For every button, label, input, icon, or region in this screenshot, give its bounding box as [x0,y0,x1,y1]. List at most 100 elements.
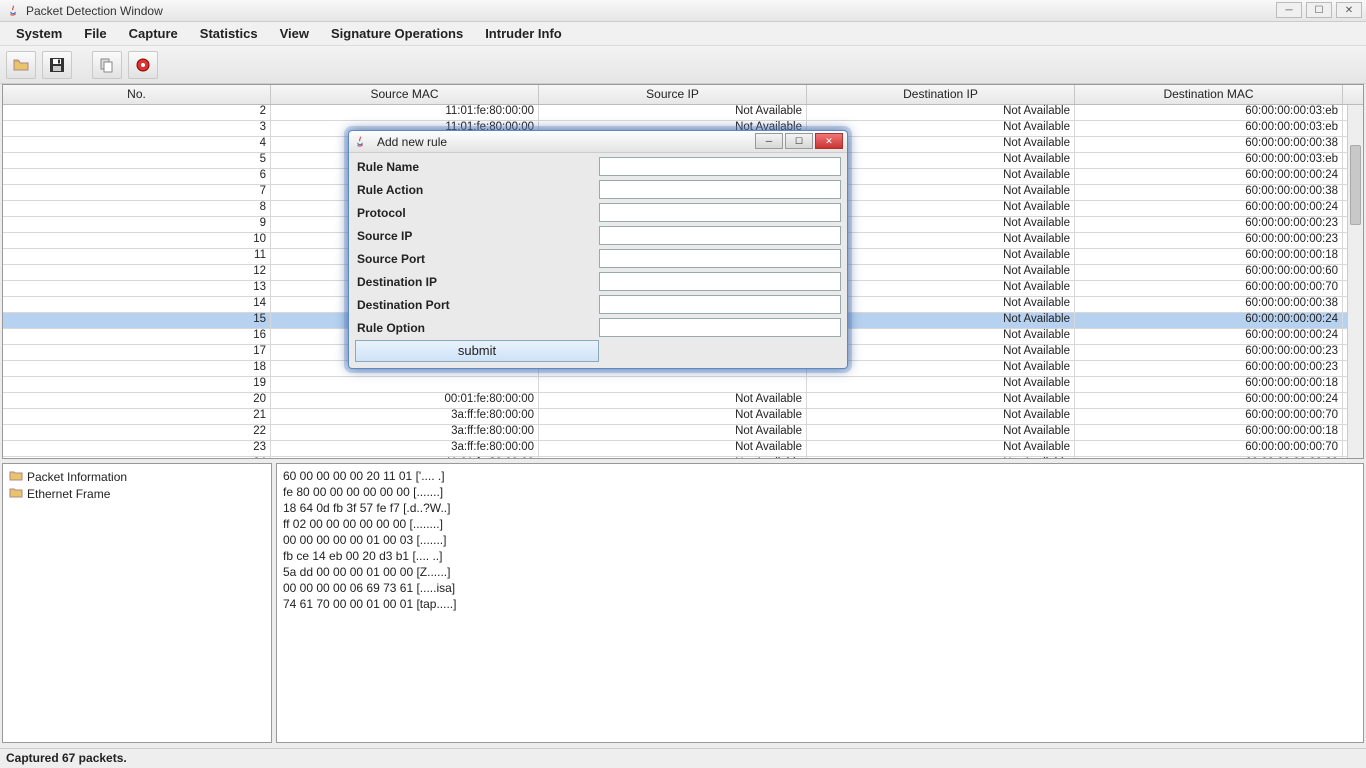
cell: 60:00:00:00:00:38 [1075,185,1343,200]
save-button[interactable] [42,51,72,79]
cell: 60:00:00:00:00:24 [1075,393,1343,408]
dialog-title-bar[interactable]: Add new rule ─ ☐ ✕ [349,131,847,153]
record-button[interactable] [128,51,158,79]
form-label-rule-action: Rule Action [355,183,599,197]
input-rule-option[interactable] [599,318,841,337]
cell: 60:00:00:00:00:18 [1075,425,1343,440]
cell: 19 [3,377,271,392]
cell: 8 [3,201,271,216]
cell: 60:00:00:00:00:23 [1075,361,1343,376]
cell: 22 [3,425,271,440]
cell: 60:00:00:00:00:23 [1075,233,1343,248]
window-title-bar: Packet Detection Window ─ ☐ ✕ [0,0,1366,22]
hex-pane[interactable]: 60 00 00 00 00 20 11 01 ['.... .] fe 80 … [276,463,1364,743]
menu-system[interactable]: System [6,23,72,44]
menu-capture[interactable]: Capture [119,23,188,44]
maximize-button[interactable]: ☐ [1306,2,1332,18]
table-row[interactable]: 223a:ff:fe:80:00:00Not AvailableNot Avai… [3,425,1363,441]
dialog-minimize-button[interactable]: ─ [755,133,783,149]
form-label-rule-name: Rule Name [355,160,599,174]
copy-button[interactable] [92,51,122,79]
dialog-maximize-button[interactable]: ☐ [785,133,813,149]
menu-signature-operations[interactable]: Signature Operations [321,23,473,44]
open-button[interactable] [6,51,36,79]
java-icon [353,135,367,149]
cell: 9 [3,217,271,232]
cell: Not Available [539,441,807,456]
cell: Not Available [539,409,807,424]
cell: 23 [3,441,271,456]
cell: 11:01:fe:80:00:00 [271,105,539,120]
form-label-destination-ip: Destination IP [355,275,599,289]
input-source-port[interactable] [599,249,841,268]
tree-label: Packet Information [27,470,127,484]
folder-open-icon [12,56,30,74]
table-row[interactable]: 19Not Available60:00:00:00:00:18 [3,377,1363,393]
col-source-mac[interactable]: Source MAC [271,85,539,104]
cell: 3a:ff:fe:80:00:00 [271,409,539,424]
cell: 60:00:00:00:00:20 [1075,457,1343,458]
cell: 60:00:00:00:00:70 [1075,441,1343,456]
cell: 15 [3,313,271,328]
table-row[interactable]: 2000:01:fe:80:00:00Not AvailableNot Avai… [3,393,1363,409]
input-destination-ip[interactable] [599,272,841,291]
input-source-ip[interactable] [599,226,841,245]
cell: 13 [3,281,271,296]
cell: 60:00:00:00:00:24 [1075,313,1343,328]
cell: Not Available [539,105,807,120]
cell: 5 [3,153,271,168]
cell: Not Available [807,457,1075,458]
cell: Not Available [807,425,1075,440]
cell: 12 [3,265,271,280]
cell: 3 [3,121,271,136]
cell: 60:00:00:00:00:24 [1075,201,1343,216]
java-icon [6,4,20,18]
cell [271,377,539,392]
table-row[interactable]: 213a:ff:fe:80:00:00Not AvailableNot Avai… [3,409,1363,425]
cell: 60:00:00:00:03:eb [1075,153,1343,168]
input-rule-name[interactable] [599,157,841,176]
tree-item[interactable]: Ethernet Frame [7,485,267,502]
table-scrollbar[interactable] [1347,105,1363,458]
cell: 11:01:fe:80:00:00 [271,457,539,458]
table-row[interactable]: 2411:01:fe:80:00:00Not AvailableNot Avai… [3,457,1363,458]
cell: 6 [3,169,271,184]
cell: 4 [3,137,271,152]
cell: 60:00:00:00:03:eb [1075,121,1343,136]
form-row: Source Port [355,247,841,270]
form-label-destination-port: Destination Port [355,298,599,312]
col-destination-mac[interactable]: Destination MAC [1075,85,1343,104]
submit-button[interactable]: submit [355,340,599,362]
status-bar: Captured 67 packets. [0,748,1366,768]
cell: Not Available [539,393,807,408]
tree-item[interactable]: Packet Information [7,468,267,485]
form-label-source-port: Source Port [355,252,599,266]
save-icon [48,56,66,74]
cell: 60:00:00:00:00:38 [1075,137,1343,152]
menu-statistics[interactable]: Statistics [190,23,268,44]
menu-view[interactable]: View [270,23,319,44]
menu-file[interactable]: File [74,23,116,44]
input-destination-port[interactable] [599,295,841,314]
table-row[interactable]: 211:01:fe:80:00:00Not AvailableNot Avail… [3,105,1363,121]
tree-pane[interactable]: Packet InformationEthernet Frame [2,463,272,743]
table-row[interactable]: 233a:ff:fe:80:00:00Not AvailableNot Avai… [3,441,1363,457]
col-source-ip[interactable]: Source IP [539,85,807,104]
menu-intruder-info[interactable]: Intruder Info [475,23,572,44]
col-no[interactable]: No. [3,85,271,104]
cell: 17 [3,345,271,360]
dialog-title: Add new rule [377,135,447,149]
cell: 16 [3,329,271,344]
close-button[interactable]: ✕ [1336,2,1362,18]
form-row: Destination IP [355,270,841,293]
dialog-close-button[interactable]: ✕ [815,133,843,149]
cell: 14 [3,297,271,312]
input-rule-action[interactable] [599,180,841,199]
cell: 60:00:00:00:00:18 [1075,377,1343,392]
cell: 60:00:00:00:00:24 [1075,329,1343,344]
cell: 60:00:00:00:00:70 [1075,281,1343,296]
cell: 24 [3,457,271,458]
input-protocol[interactable] [599,203,841,222]
minimize-button[interactable]: ─ [1276,2,1302,18]
col-destination-ip[interactable]: Destination IP [807,85,1075,104]
